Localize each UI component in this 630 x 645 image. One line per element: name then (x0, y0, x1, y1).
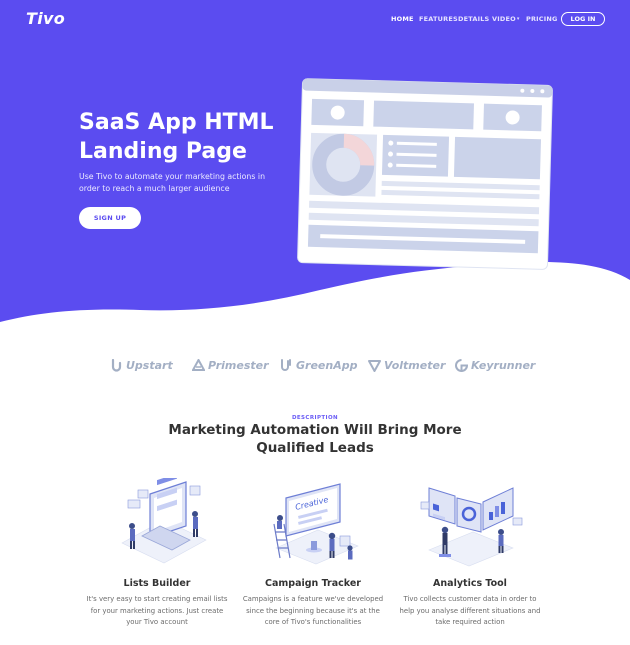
brand-name: Voltmeter (384, 358, 446, 372)
brand-logo-keyrunner: Keyrunner (455, 357, 535, 373)
primester-icon (192, 358, 205, 371)
upstart-icon (111, 358, 122, 372)
feature-title: Campaign Tracker (265, 578, 361, 589)
feature-description: Tivo collects customer data in order to … (399, 595, 541, 626)
feature-card-analytics-tool: Analytics Tool Tivo collects customer da… (390, 478, 550, 629)
login-button[interactable]: LOG IN (561, 12, 605, 26)
landing-page: Tivo HOME FEATURES DETAILS VIDEO▾ PRICIN… (0, 0, 630, 645)
top-navbar: Tivo HOME FEATURES DETAILS VIDEO▾ PRICIN… (0, 0, 630, 38)
lists-builder-illustration (121, 478, 207, 564)
brand-logo-voltmeter: Voltmeter (368, 357, 445, 373)
keyrunner-icon (455, 358, 468, 372)
feature-card-campaign-tracker: Creative Campaign Tracker Campaigns is a… (233, 478, 393, 629)
nav-link-video-label: VIDEO (492, 15, 516, 23)
brand-name: Keyrunner (471, 358, 536, 372)
hero-title: SaaS App HTML Landing Page (79, 110, 274, 164)
nav-link-pricing[interactable]: PRICING (526, 15, 558, 23)
feature-title: Analytics Tool (433, 578, 507, 589)
nav-link-features[interactable]: FEATURES (419, 15, 458, 23)
section-title: Marketing Automation Will Bring More Qua… (168, 422, 462, 456)
brand-logo-greenapp: GreenApp (280, 357, 357, 373)
campaign-tracker-illustration: Creative (273, 483, 359, 565)
feature-title: Lists Builder (123, 578, 191, 589)
feature-card-lists-builder: Lists Builder It's very easy to start cr… (77, 478, 237, 629)
hero-subtitle: Use Tivo to automate your marketing acti… (79, 172, 266, 193)
brand-logo-primester: Primester (192, 357, 269, 373)
brand-name: Primester (208, 358, 269, 372)
nav-link-home[interactable]: HOME (391, 15, 414, 23)
app-mockup-illustration (297, 78, 553, 270)
main-menu: HOME FEATURES DETAILS VIDEO▾ PRICING (0, 15, 630, 27)
feature-description: Campaigns is a feature we've developed s… (242, 595, 384, 626)
feature-description: It's very easy to start creating email l… (86, 595, 228, 626)
nav-link-video[interactable]: VIDEO▾ (492, 15, 520, 23)
greenapp-icon (281, 358, 291, 371)
analytics-tool-illustration (420, 487, 523, 567)
signup-button[interactable]: SIGN UP (79, 207, 141, 229)
voltmeter-icon (368, 359, 381, 372)
nav-link-details[interactable]: DETAILS (458, 15, 489, 23)
brand-logo-upstart: Upstart (110, 357, 173, 373)
brand-name: Upstart (126, 358, 173, 372)
chevron-down-icon: ▾ (516, 16, 520, 22)
brand-name: GreenApp (296, 358, 358, 372)
